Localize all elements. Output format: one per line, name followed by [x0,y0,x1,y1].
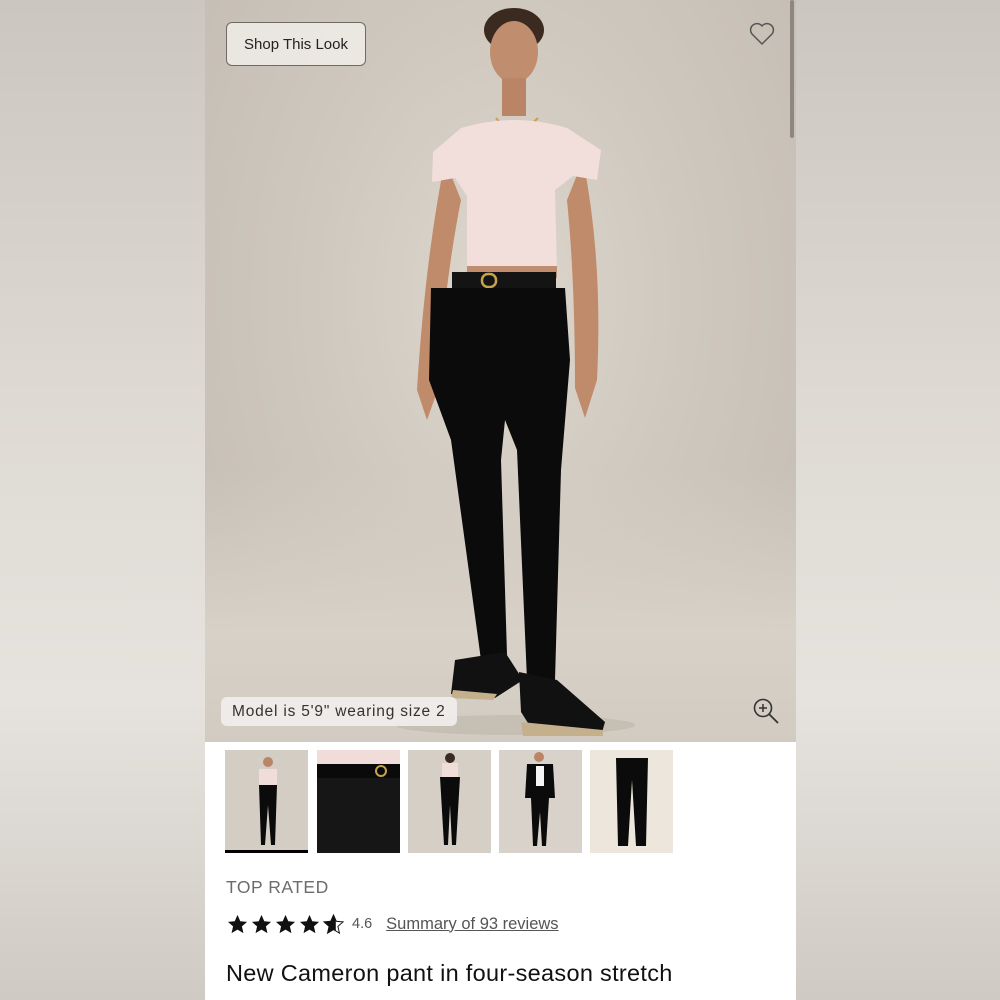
rating-row: 4.6 Summary of 93 reviews [226,909,559,939]
star-full-icon [251,914,272,933]
scrollbar[interactable] [790,0,794,138]
top-rated-badge: TOP RATED [226,877,329,897]
heart-outline-icon[interactable] [748,20,776,48]
thumbnail-blazer-styled[interactable] [499,750,582,853]
product-hero-image[interactable]: Shop This Look Model is 5'9" wearing siz… [205,0,796,742]
star-rating [226,913,346,936]
thumbnail-back-view[interactable] [408,750,491,853]
thumbnail-flat-lay-pant[interactable] [590,750,673,853]
model-photo [395,8,635,736]
star-partial-icon [322,913,345,934]
rating-value: 4.6 [352,916,373,932]
star-full-icon [299,914,320,933]
shop-this-look-button[interactable]: Shop This Look [226,22,366,66]
backdrop-left [0,0,205,1000]
thumbnail-waist-belt-detail[interactable] [317,750,400,853]
thumbnail-full-body-front[interactable] [225,750,308,853]
reviews-summary-link[interactable]: Summary of 93 reviews [386,915,558,934]
product-title: New Cameron pant in four-season stretch [226,960,673,986]
thumbnail-strip [225,750,785,854]
zoom-in-icon[interactable] [751,696,781,726]
backdrop-right [796,0,1000,1000]
model-size-caption: Model is 5'9" wearing size 2 [221,697,457,726]
star-full-icon [275,914,296,933]
star-full-icon [227,914,248,933]
product-page: Shop This Look Model is 5'9" wearing siz… [205,0,796,1000]
